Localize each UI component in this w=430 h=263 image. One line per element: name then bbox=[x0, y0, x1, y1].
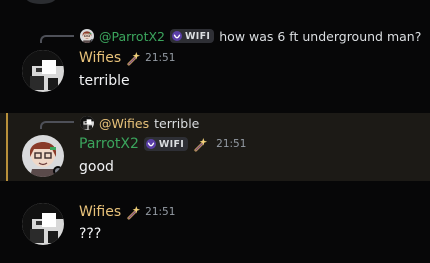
guild-tag-icon bbox=[146, 139, 156, 149]
message-content: good bbox=[79, 159, 114, 175]
message-1[interactable]: @ParrotX2 WIFI how was 6 ft underground … bbox=[0, 20, 430, 100]
message-3[interactable]: Wifies 21:51 ??? bbox=[0, 195, 430, 255]
magic-wand-icon bbox=[193, 137, 208, 152]
username[interactable]: Wifies bbox=[79, 204, 121, 220]
timestamp: 21:51 bbox=[216, 138, 247, 150]
message-content: ??? bbox=[79, 226, 102, 242]
message-header: Wifies 21:51 bbox=[79, 204, 175, 220]
reply-text: terrible bbox=[154, 115, 200, 131]
avatar[interactable] bbox=[22, 135, 64, 177]
reply-preview[interactable]: @ParrotX2 WIFI how was 6 ft underground … bbox=[80, 28, 421, 44]
message-2[interactable]: @Wifies terrible ParrotX2 WIFI 21:51 goo… bbox=[0, 113, 430, 181]
previous-avatar bbox=[26, 0, 56, 4]
avatar[interactable] bbox=[22, 50, 64, 92]
reply-avatar bbox=[80, 116, 94, 130]
guild-tag-label: WIFI bbox=[185, 30, 211, 42]
reply-preview[interactable]: @Wifies terrible bbox=[80, 115, 199, 131]
timestamp: 21:51 bbox=[145, 52, 176, 64]
magic-wand-icon bbox=[126, 51, 141, 66]
message-header: ParrotX2 WIFI 21:51 bbox=[79, 136, 246, 152]
reply-author[interactable]: @ParrotX2 bbox=[99, 29, 165, 44]
guild-tag-icon bbox=[172, 31, 182, 41]
message-content: terrible bbox=[79, 73, 130, 89]
username[interactable]: Wifies bbox=[79, 50, 121, 66]
guild-tag[interactable]: WIFI bbox=[170, 29, 215, 43]
reply-author[interactable]: @Wifies bbox=[99, 116, 149, 131]
username[interactable]: ParrotX2 bbox=[79, 136, 139, 152]
magic-wand-icon bbox=[126, 205, 141, 220]
message-header: Wifies 21:51 bbox=[79, 50, 175, 66]
reply-text: how was 6 ft underground man? bbox=[219, 28, 422, 44]
guild-tag[interactable]: WIFI bbox=[143, 137, 189, 151]
avatar[interactable] bbox=[22, 203, 64, 245]
reply-connector bbox=[40, 35, 74, 43]
reply-connector bbox=[40, 121, 74, 129]
guild-tag-label: WIFI bbox=[158, 138, 185, 150]
reply-avatar bbox=[80, 29, 94, 43]
timestamp: 21:51 bbox=[145, 206, 176, 218]
